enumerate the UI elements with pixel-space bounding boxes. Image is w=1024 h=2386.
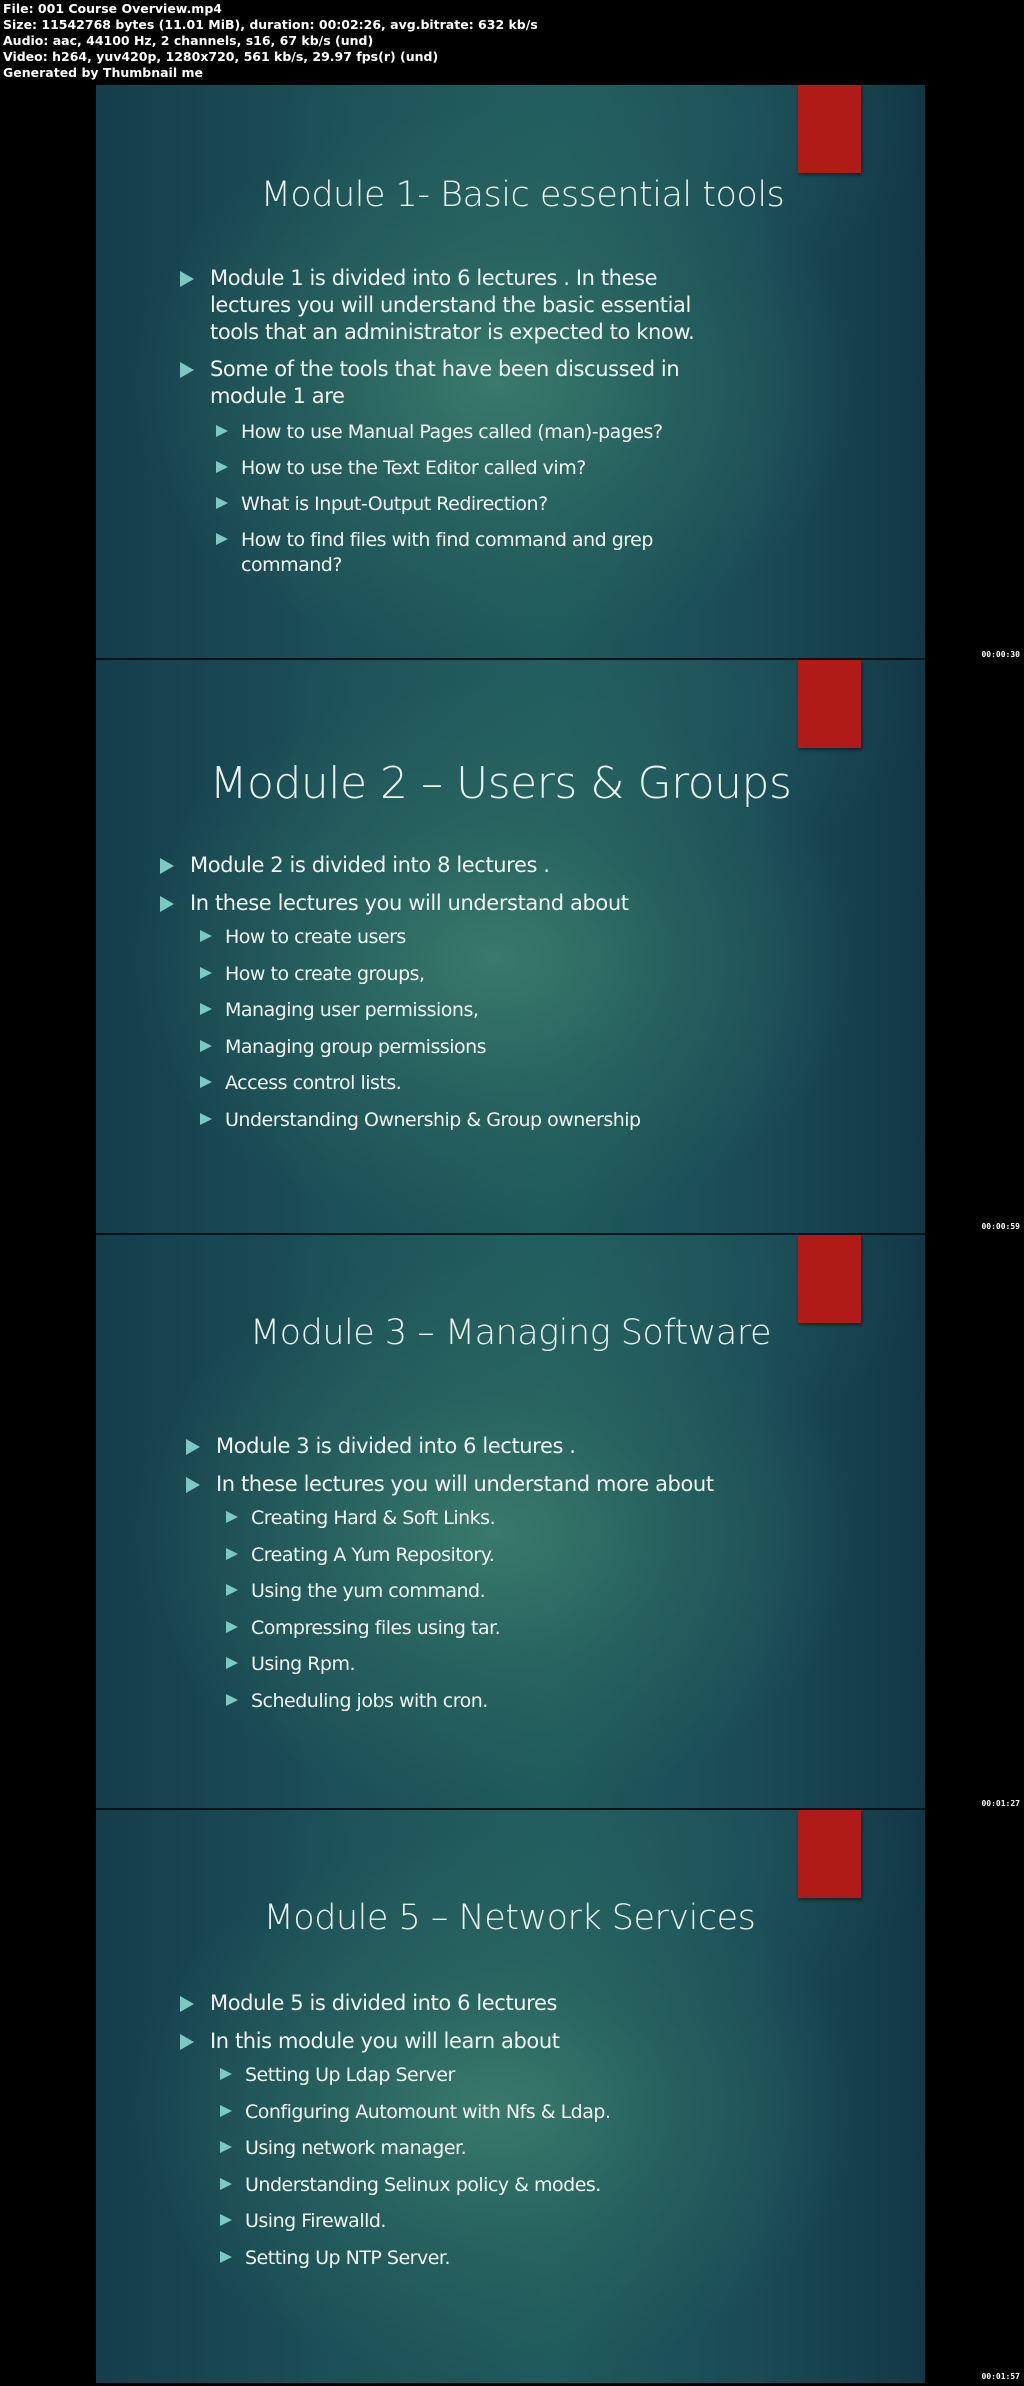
file-size-line: Size: 11542768 bytes (11.01 MiB), durati… bbox=[3, 17, 538, 32]
sub-bullet-item: Setting Up NTP Server. bbox=[220, 2246, 880, 2271]
sub-bullet-item: Managing group permissions bbox=[200, 1035, 860, 1060]
slide-title: Module 2 – Users & Groups bbox=[209, 758, 792, 809]
bullet-item: Some of the tools that have been discuss… bbox=[180, 356, 740, 410]
slide-thumbnail-1: Module 1- Basic essential tools Module 1… bbox=[96, 85, 925, 659]
bullet-arrow-icon bbox=[220, 2214, 232, 2226]
bullet-arrow-icon bbox=[216, 497, 228, 509]
bullet-item: Module 3 is divided into 6 lectures . bbox=[186, 1433, 886, 1460]
bullet-arrow-icon bbox=[216, 461, 228, 473]
bullet-arrow-icon bbox=[220, 2250, 232, 2263]
bullet-item: Module 2 is divided into 8 lectures . bbox=[160, 852, 860, 879]
bullet-item: In this module you will learn about bbox=[180, 2028, 880, 2055]
audio-info-line: Audio: aac, 44100 Hz, 2 channels, s16, 6… bbox=[3, 33, 374, 48]
timestamp-1: 00:00:30 bbox=[981, 650, 1020, 659]
file-info-header: File: 001 Course Overview.mp4 Size: 1154… bbox=[3, 1, 538, 81]
generator-line: Generated by Thumbnail me bbox=[3, 65, 203, 80]
bullet-arrow-icon bbox=[200, 1112, 212, 1125]
bullet-arrow-icon bbox=[220, 2104, 232, 2117]
bullet-arrow-icon bbox=[160, 896, 174, 912]
bullet-item: Module 1 is divided into 6 lectures . In… bbox=[180, 265, 740, 346]
bullet-list: Module 3 is divided into 6 lectures . In… bbox=[186, 1433, 886, 1725]
sub-bullet-item: Understanding Ownership & Group ownershi… bbox=[200, 1108, 860, 1133]
bullet-arrow-icon bbox=[200, 930, 212, 942]
red-accent-bar bbox=[798, 1810, 861, 1898]
sub-bullet-item: Configuring Automount with Nfs & Ldap. bbox=[220, 2100, 880, 2125]
bullet-arrow-icon bbox=[180, 271, 194, 287]
bullet-arrow-icon bbox=[186, 1439, 200, 1455]
bullet-arrow-icon bbox=[220, 2141, 232, 2153]
sub-bullet-item: Using network manager. bbox=[220, 2136, 880, 2161]
sub-bullet-item: How to use Manual Pages called (man)-pag… bbox=[216, 420, 740, 445]
sub-bullet-item: Using the yum command. bbox=[226, 1579, 886, 1604]
sub-bullet-item: What is Input-Output Redirection? bbox=[216, 492, 740, 517]
bullet-arrow-icon bbox=[226, 1584, 238, 1596]
sub-bullet-item: Setting Up Ldap Server bbox=[220, 2063, 880, 2088]
bullet-arrow-icon bbox=[220, 2068, 232, 2080]
bullet-item: In these lectures you will understand ab… bbox=[160, 890, 860, 917]
slide-thumbnail-4: Module 5 – Network Services Module 5 is … bbox=[96, 1810, 925, 2383]
red-accent-bar bbox=[798, 85, 861, 173]
sub-bullet-item: Using Rpm. bbox=[226, 1652, 886, 1677]
bullet-arrow-icon bbox=[186, 1477, 200, 1493]
red-accent-bar bbox=[798, 1235, 861, 1323]
slide-title: Module 5 – Network Services bbox=[263, 1898, 756, 1938]
bullet-arrow-icon bbox=[216, 425, 228, 437]
slide-thumbnail-2: Module 2 – Users & Groups Module 2 is di… bbox=[96, 660, 925, 1234]
sub-bullet-item: Compressing files using tar. bbox=[226, 1616, 886, 1641]
slide-title: Module 3 – Managing Software bbox=[249, 1313, 772, 1353]
sub-bullet-item: Using Firewalld. bbox=[220, 2209, 880, 2234]
sub-bullet-item: Access control lists. bbox=[200, 1071, 860, 1096]
bullet-arrow-icon bbox=[180, 1996, 194, 2012]
timestamp-3: 00:01:27 bbox=[981, 1799, 1020, 1808]
sub-bullet-item: Creating A Yum Repository. bbox=[226, 1543, 886, 1568]
file-name-line: File: 001 Course Overview.mp4 bbox=[3, 1, 222, 16]
slide-title: Module 1- Basic essential tools bbox=[260, 175, 785, 215]
bullet-arrow-icon bbox=[200, 1003, 212, 1015]
bullet-list: Module 1 is divided into 6 lectures . In… bbox=[180, 265, 740, 589]
bullet-arrow-icon bbox=[226, 1620, 238, 1633]
sub-bullet-item: Managing user permissions, bbox=[200, 998, 860, 1023]
bullet-arrow-icon bbox=[226, 1657, 238, 1669]
sub-bullet-item: How to create groups, bbox=[200, 962, 860, 987]
sub-bullet-item: Creating Hard & Soft Links. bbox=[226, 1506, 886, 1531]
bullet-arrow-icon bbox=[226, 1547, 238, 1560]
video-info-line: Video: h264, yuv420p, 1280x720, 561 kb/s… bbox=[3, 49, 439, 64]
red-accent-bar bbox=[798, 660, 861, 748]
bullet-item: Module 5 is divided into 6 lectures bbox=[180, 1990, 880, 2017]
bullet-arrow-icon bbox=[180, 362, 194, 378]
bullet-arrow-icon bbox=[200, 966, 212, 979]
bullet-arrow-icon bbox=[220, 2177, 232, 2190]
sub-bullet-item: Understanding Selinux policy & modes. bbox=[220, 2173, 880, 2198]
bullet-arrow-icon bbox=[200, 1076, 212, 1088]
bullet-arrow-icon bbox=[226, 1693, 238, 1706]
timestamp-2: 00:00:59 bbox=[981, 1222, 1020, 1231]
bullet-item: In these lectures you will understand mo… bbox=[186, 1471, 886, 1498]
bullet-arrow-icon bbox=[160, 858, 174, 874]
bullet-list: Module 2 is divided into 8 lectures . In… bbox=[160, 852, 860, 1144]
sub-bullet-item: How to find files with find command and … bbox=[216, 528, 721, 578]
timestamp-4: 00:01:57 bbox=[981, 2372, 1020, 2381]
sub-bullet-item: How to use the Text Editor called vim? bbox=[216, 456, 740, 481]
bullet-arrow-icon bbox=[200, 1039, 212, 1052]
bullet-arrow-icon bbox=[226, 1511, 238, 1523]
bullet-arrow-icon bbox=[180, 2034, 194, 2050]
bullet-list: Module 5 is divided into 6 lectures In t… bbox=[180, 1990, 880, 2282]
slide-thumbnail-3: Module 3 – Managing Software Module 3 is… bbox=[96, 1235, 925, 1809]
sub-bullet-item: How to create users bbox=[200, 925, 860, 950]
sub-bullet-item: Scheduling jobs with cron. bbox=[226, 1689, 886, 1714]
bullet-arrow-icon bbox=[216, 533, 228, 545]
